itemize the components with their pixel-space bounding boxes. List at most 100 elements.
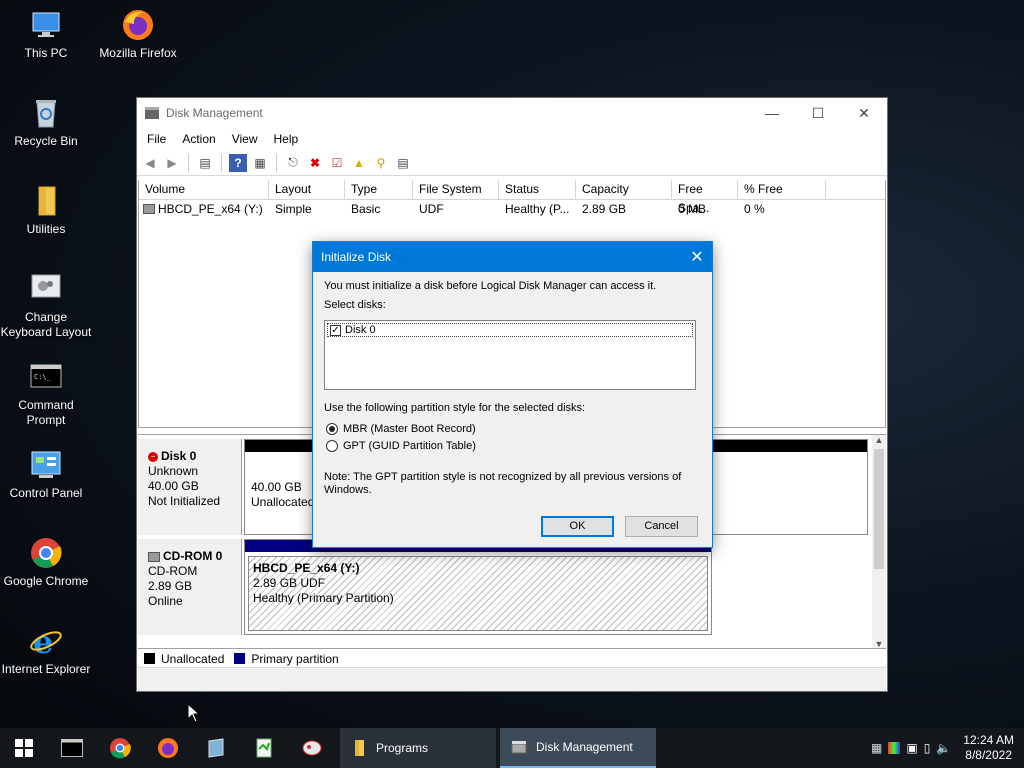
partition-primary[interactable]: HBCD_PE_x64 (Y:) 2.89 GB UDF Healthy (Pr… bbox=[244, 539, 712, 635]
col-free-space[interactable]: Free Spa... bbox=[672, 180, 738, 215]
connect-icon[interactable]: ⎋ bbox=[284, 154, 302, 172]
window-titlebar[interactable]: Disk Management — ☐ ✕ bbox=[137, 98, 887, 128]
partition-status: Healthy (Primary Partition) bbox=[253, 591, 394, 605]
menu-view[interactable]: View bbox=[224, 132, 266, 146]
internet-explorer-icon: e bbox=[29, 623, 63, 661]
disk-name: CD-ROM 0 bbox=[163, 549, 223, 563]
show-hide-tree-icon[interactable]: ▤ bbox=[196, 154, 214, 172]
delete-icon[interactable]: ✖ bbox=[306, 154, 324, 172]
disk-row-cd-rom-0[interactable]: CD-ROM 0 CD-ROM 2.89 GB Online HBCD_PE_x… bbox=[138, 539, 871, 635]
cd-drive-icon bbox=[148, 551, 160, 562]
menu-bar: File Action View Help bbox=[137, 128, 887, 150]
col-file-system[interactable]: File System bbox=[413, 180, 499, 199]
usb-icon[interactable]: ▯ bbox=[924, 741, 931, 755]
radio-button[interactable] bbox=[326, 439, 338, 452]
desktop-icon-firefox[interactable]: Mozilla Firefox bbox=[92, 8, 184, 61]
cell-free-space: 0 MB bbox=[678, 202, 707, 216]
desktop-icon-label: Utilities bbox=[26, 222, 66, 236]
disk-label[interactable]: − Disk 0 Unknown 40.00 GB Not Initialize… bbox=[138, 439, 242, 535]
check-icon[interactable]: ☑ bbox=[328, 154, 346, 172]
dialog-titlebar[interactable]: Initialize Disk ✕ bbox=[313, 242, 712, 272]
col-volume[interactable]: Volume bbox=[139, 180, 269, 199]
table-row[interactable]: HBCD_PE_x64 (Y:) Simple Basic UDF Health… bbox=[139, 200, 885, 218]
gpt-note: Note: The GPT partition style is not rec… bbox=[324, 471, 682, 496]
desktop-icon-label: Internet Explorer bbox=[1, 662, 91, 676]
disk-kind: CD-ROM bbox=[148, 564, 198, 578]
legend-unallocated: Unallocated bbox=[161, 651, 225, 666]
taskbar-task-programs[interactable]: Programs bbox=[340, 728, 496, 768]
cell-type: Basic bbox=[351, 202, 381, 216]
col-type[interactable]: Type bbox=[345, 180, 413, 199]
disk-listbox[interactable]: ✓ Disk 0 bbox=[324, 320, 696, 390]
dialog-close-button[interactable]: ✕ bbox=[682, 247, 712, 267]
column-header: Volume Layout Type File System Status Ca… bbox=[139, 180, 885, 215]
desktop-icon-command-prompt[interactable]: C:\_ Command Prompt bbox=[0, 360, 92, 428]
desktop-icon-recycle-bin[interactable]: Recycle Bin bbox=[0, 96, 92, 149]
volume-muted-icon[interactable]: 🔈 bbox=[936, 741, 951, 755]
disk-map-scrollbar[interactable]: ▲ ▼ bbox=[872, 435, 886, 649]
start-button[interactable] bbox=[0, 728, 48, 768]
taskbar-chrome-icon[interactable] bbox=[96, 728, 144, 768]
forward-icon[interactable]: ▶ bbox=[163, 154, 181, 172]
primary-swatch bbox=[234, 653, 246, 664]
partition-style-label: Use the following partition style for th… bbox=[324, 402, 586, 414]
window-title: Disk Management bbox=[166, 106, 263, 120]
taskbar-task-disk-management[interactable]: Disk Management bbox=[500, 728, 656, 768]
menu-file[interactable]: File bbox=[139, 132, 174, 146]
desktop-icon-internet-explorer[interactable]: e Internet Explorer bbox=[0, 623, 92, 677]
computer-icon bbox=[29, 8, 63, 42]
desktop-icon-keyboard-layout[interactable]: Change Keyboard Layout bbox=[0, 272, 92, 340]
toolbar: ◀ ▶ ▤ ? ▦ ⎋ ✖ ☑ ▲ ⚲ ▤ bbox=[137, 150, 887, 176]
col-status[interactable]: Status bbox=[499, 180, 576, 199]
taskbar-notepad-icon[interactable] bbox=[240, 728, 288, 768]
monitor-icon[interactable]: ▣ bbox=[906, 741, 917, 755]
list-item[interactable]: ✓ Disk 0 bbox=[327, 323, 693, 337]
menu-action[interactable]: Action bbox=[174, 132, 223, 146]
disk-item-label: Disk 0 bbox=[345, 324, 376, 336]
gpt-radio[interactable]: GPT (GUID Partition Table) bbox=[326, 437, 476, 454]
folder-icon bbox=[355, 740, 364, 756]
desktop-icon-utilities[interactable]: Utilities bbox=[0, 184, 92, 237]
svg-text:C:\_: C:\_ bbox=[34, 373, 52, 381]
col-capacity[interactable]: Capacity bbox=[576, 180, 672, 199]
system-tray: ▦ ▣ ▯ 🔈 12:24 AM 8/8/2022 bbox=[871, 728, 1024, 768]
col-layout[interactable]: Layout bbox=[269, 180, 345, 199]
minimize-button[interactable]: — bbox=[749, 98, 795, 128]
col-percent-free[interactable]: % Free bbox=[738, 180, 826, 199]
partition-fs: 2.89 GB UDF bbox=[253, 576, 326, 590]
color-icon[interactable] bbox=[888, 742, 901, 754]
disk-state: Online bbox=[148, 594, 183, 608]
close-button[interactable]: ✕ bbox=[841, 98, 887, 128]
taskbar-app-icon[interactable] bbox=[192, 728, 240, 768]
cell-layout: Simple bbox=[275, 202, 312, 216]
disk-checkbox[interactable]: ✓ bbox=[330, 324, 341, 336]
search-icon[interactable]: ⚲ bbox=[372, 154, 390, 172]
disk-state: Not Initialized bbox=[148, 494, 221, 508]
help-icon[interactable]: ? bbox=[229, 153, 247, 172]
mbr-radio[interactable]: MBR (Master Boot Record) bbox=[326, 420, 476, 437]
network-icon[interactable]: ▦ bbox=[871, 741, 882, 755]
taskbar-firefox-icon[interactable] bbox=[144, 728, 192, 768]
import-icon[interactable]: ▲ bbox=[350, 154, 368, 172]
back-icon[interactable]: ◀ bbox=[141, 154, 159, 172]
desktop-icon-chrome[interactable]: Google Chrome bbox=[0, 536, 92, 589]
menu-help[interactable]: Help bbox=[266, 132, 307, 146]
desktop-icon-label: This PC bbox=[24, 46, 68, 60]
desktop-icon-label: Change Keyboard Layout bbox=[0, 310, 92, 339]
disk-management-icon bbox=[145, 107, 159, 119]
desktop-icon-control-panel[interactable]: Control Panel bbox=[0, 448, 92, 501]
desktop-icon-label: Mozilla Firefox bbox=[99, 46, 177, 60]
ok-button[interactable]: OK bbox=[541, 516, 614, 537]
desktop-icon-this-pc[interactable]: This PC bbox=[0, 8, 92, 61]
taskbar-tool-icon[interactable] bbox=[288, 728, 336, 768]
radio-button[interactable] bbox=[326, 422, 338, 435]
clock[interactable]: 12:24 AM 8/8/2022 bbox=[963, 733, 1014, 763]
cancel-button[interactable]: Cancel bbox=[625, 516, 698, 537]
taskbar-command-prompt-icon[interactable] bbox=[48, 728, 96, 768]
disk-label[interactable]: CD-ROM 0 CD-ROM 2.89 GB Online bbox=[138, 539, 242, 635]
properties-icon[interactable]: ▦ bbox=[251, 154, 269, 172]
scrollbar-thumb[interactable] bbox=[874, 449, 884, 569]
maximize-button[interactable]: ☐ bbox=[795, 98, 841, 128]
disk-name: Disk 0 bbox=[161, 449, 197, 463]
details-icon[interactable]: ▤ bbox=[394, 154, 412, 172]
